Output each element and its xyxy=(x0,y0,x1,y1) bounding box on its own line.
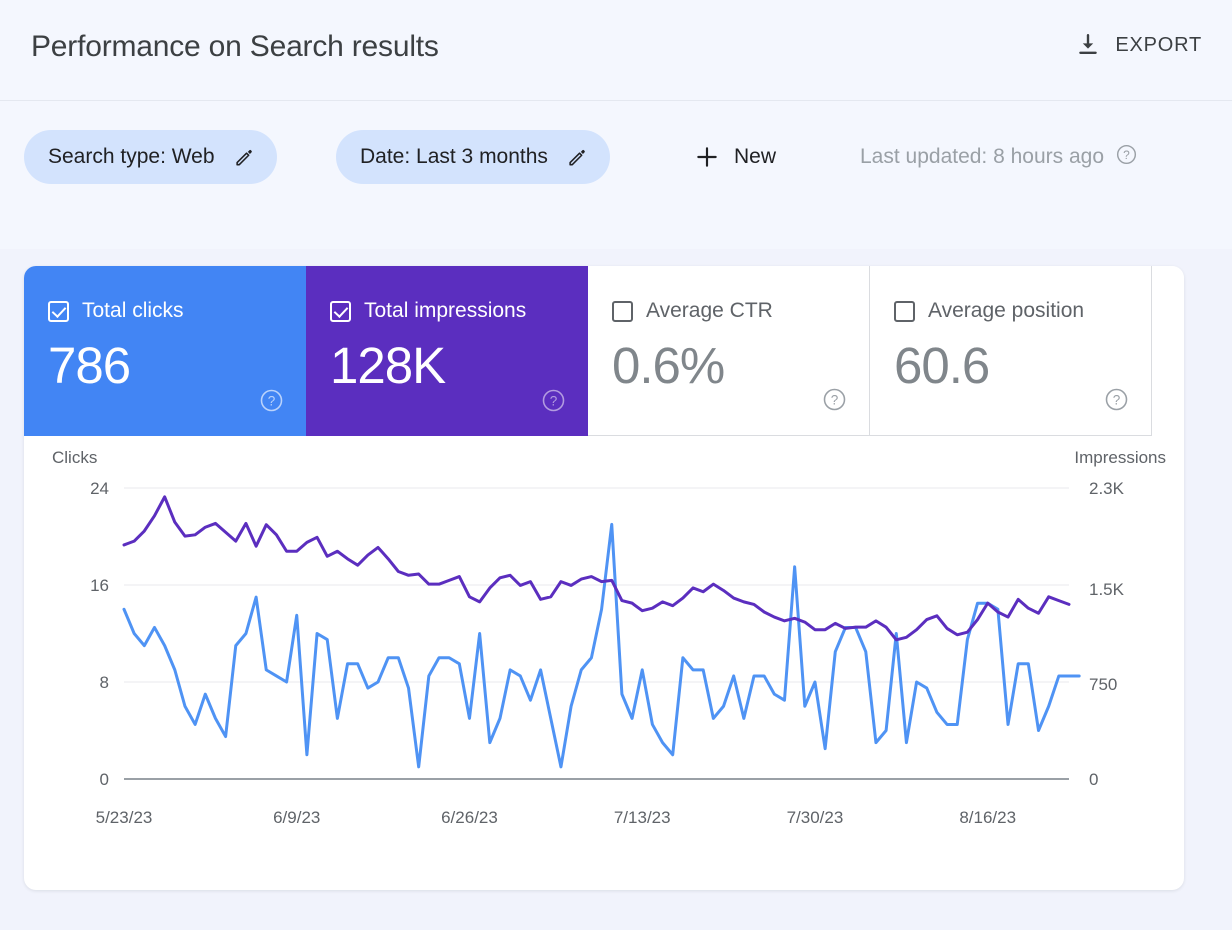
svg-text:?: ? xyxy=(550,393,558,408)
chart-x-tick-label: 7/13/23 xyxy=(614,808,671,828)
metric-label-average-ctr: Average CTR xyxy=(646,299,773,323)
metric-card-average-position[interactable]: Average position 60.6 ? xyxy=(870,266,1152,436)
pencil-icon[interactable] xyxy=(566,146,588,168)
svg-text:?: ? xyxy=(268,393,276,408)
export-button[interactable]: EXPORT xyxy=(1075,32,1202,58)
metric-card-average-ctr[interactable]: Average CTR 0.6% ? xyxy=(588,266,870,436)
chart-series-impressions xyxy=(124,497,1069,640)
svg-text:?: ? xyxy=(1123,148,1130,162)
filter-chip-date[interactable]: Date: Last 3 months xyxy=(336,130,610,184)
metric-value-total-clicks: 786 xyxy=(48,340,130,391)
metric-label-total-clicks: Total clicks xyxy=(82,299,184,323)
chart-x-tick-label: 6/9/23 xyxy=(273,808,320,828)
help-circle-icon[interactable]: ? xyxy=(1115,143,1138,171)
last-updated-text: Last updated: 8 hours ago xyxy=(860,145,1104,169)
svg-text:?: ? xyxy=(831,392,839,407)
metric-value-average-position: 60.6 xyxy=(894,340,989,391)
checkbox-total-impressions[interactable] xyxy=(330,301,351,322)
metric-card-header: Total impressions xyxy=(330,299,526,323)
metric-label-average-position: Average position xyxy=(928,299,1084,323)
chart-x-tick-label: 6/26/23 xyxy=(441,808,498,828)
filter-chip-search-type-label: Search type: Web xyxy=(48,145,215,169)
checkbox-total-clicks[interactable] xyxy=(48,301,69,322)
metric-card-header: Average CTR xyxy=(612,299,773,323)
metric-card-header: Total clicks xyxy=(48,299,184,323)
metric-label-total-impressions: Total impressions xyxy=(364,299,526,323)
chart-y-tick-label: 8 xyxy=(54,674,109,691)
chart-y2-tick-label: 1.5K xyxy=(1089,581,1124,598)
checkbox-average-ctr[interactable] xyxy=(612,301,633,322)
chart-y2-tick-label: 750 xyxy=(1089,676,1117,693)
metric-card-total-clicks[interactable]: Total clicks 786 ? xyxy=(24,266,306,436)
help-circle-icon[interactable]: ? xyxy=(259,388,284,418)
help-circle-icon[interactable]: ? xyxy=(822,387,847,417)
download-icon xyxy=(1075,32,1101,58)
chart-y-tick-label: 24 xyxy=(54,480,109,497)
page-title: Performance on Search results xyxy=(31,30,439,64)
new-filter-button[interactable]: New xyxy=(686,130,784,184)
svg-text:?: ? xyxy=(1113,392,1121,407)
chart-y2-tick-label: 0 xyxy=(1089,771,1098,788)
export-label: EXPORT xyxy=(1115,34,1202,57)
page-header: Performance on Search results EXPORT xyxy=(0,0,1232,101)
chart-series-clicks xyxy=(124,524,1079,767)
chart-x-tick-label: 5/23/23 xyxy=(96,808,153,828)
metric-card-total-impressions[interactable]: Total impressions 128K ? xyxy=(306,266,588,436)
performance-panel: Total clicks 786 ? Total impressions 128… xyxy=(24,266,1184,890)
plus-icon xyxy=(694,144,720,170)
metric-card-header: Average position xyxy=(894,299,1084,323)
new-filter-label: New xyxy=(734,145,776,169)
metric-value-total-impressions: 128K xyxy=(330,340,445,391)
filter-chip-search-type[interactable]: Search type: Web xyxy=(24,130,277,184)
chart-x-tick-label: 7/30/23 xyxy=(787,808,844,828)
help-circle-icon[interactable]: ? xyxy=(541,388,566,418)
metric-cards: Total clicks 786 ? Total impressions 128… xyxy=(24,266,1184,436)
performance-chart: Clicks Impressions 08162407501.5K2.3K5/2… xyxy=(24,436,1184,890)
metric-cards-spacer xyxy=(1152,266,1184,436)
help-circle-icon[interactable]: ? xyxy=(1104,387,1129,417)
metric-value-average-ctr: 0.6% xyxy=(612,340,724,391)
chart-y-tick-label: 0 xyxy=(54,771,109,788)
last-updated: Last updated: 8 hours ago ? xyxy=(860,130,1138,184)
chart-y2-tick-label: 2.3K xyxy=(1089,480,1124,497)
chart-x-tick-label: 8/16/23 xyxy=(959,808,1016,828)
filter-chip-date-label: Date: Last 3 months xyxy=(360,145,548,169)
pencil-icon[interactable] xyxy=(233,146,255,168)
chart-y-tick-label: 16 xyxy=(54,577,109,594)
checkbox-average-position[interactable] xyxy=(894,301,915,322)
filter-bar: Search type: Web Date: Last 3 months New… xyxy=(0,101,1232,249)
